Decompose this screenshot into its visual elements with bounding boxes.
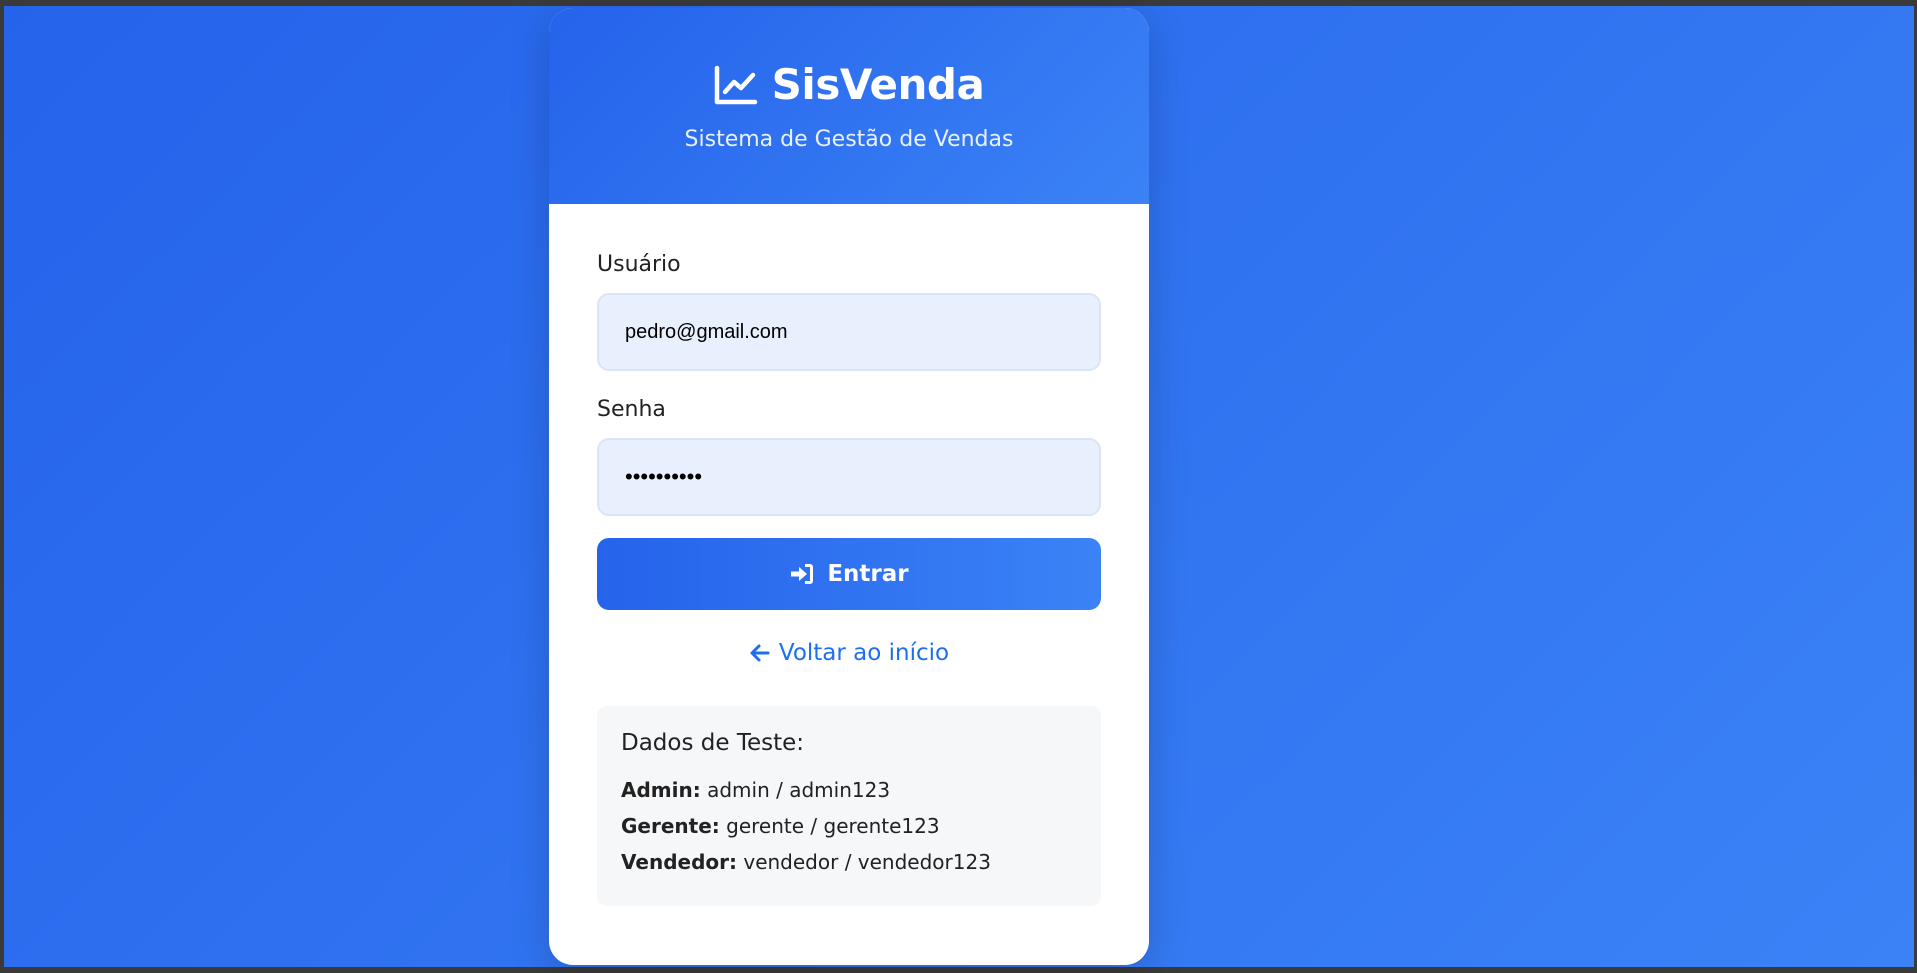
test-credential-admin: Admin: admin / admin123 [621,772,1077,808]
password-input[interactable] [597,438,1101,516]
test-credentials-title: Dados de Teste: [621,730,805,756]
login-card: SisVenda Sistema de Gestão de Vendas Usu… [549,8,1149,965]
credential-value: vendedor / vendedor123 [743,850,991,874]
login-button-label: Entrar [827,561,909,587]
app-subtitle: Sistema de Gestão de Vendas [684,127,1014,152]
login-header: SisVenda Sistema de Gestão de Vendas [549,8,1149,204]
role-label: Admin: [621,778,701,802]
brand: SisVenda [714,60,985,109]
credential-value: gerente / gerente123 [726,814,940,838]
back-to-home-link[interactable]: Voltar ao início [597,640,1101,666]
app-title: SisVenda [771,60,985,109]
username-input[interactable] [597,293,1101,371]
login-button[interactable]: Entrar [597,538,1101,610]
page-background: SisVenda Sistema de Gestão de Vendas Usu… [4,6,1914,967]
login-form: Usuário Senha Entrar [549,204,1149,906]
test-credential-vendedor: Vendedor: vendedor / vendedor123 [621,844,1077,880]
role-label: Gerente: [621,814,720,838]
arrow-left-icon [749,642,771,664]
role-label: Vendedor: [621,850,737,874]
chart-line-icon [714,65,758,105]
test-credentials-box: Dados de Teste: Admin: admin / admin123 … [597,706,1101,906]
test-credential-gerente: Gerente: gerente / gerente123 [621,808,1077,844]
password-label: Senha [597,397,666,422]
sign-in-icon [789,561,815,587]
credential-value: admin / admin123 [707,778,891,802]
username-label: Usuário [597,252,681,277]
back-link-label: Voltar ao início [778,640,950,666]
